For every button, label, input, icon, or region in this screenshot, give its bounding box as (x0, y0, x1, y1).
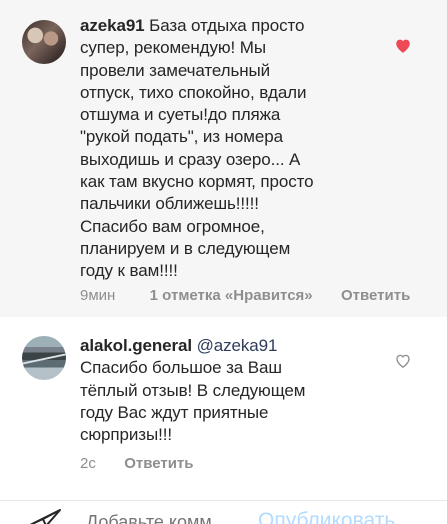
comment-line-2: году Вас ждут приятные (80, 402, 269, 422)
comment-line-1: супер, рекомендую! Мы (80, 38, 266, 58)
heart-icon[interactable] (394, 37, 412, 55)
comment-line-9: Спасибо вам огромное, (80, 216, 265, 236)
comment-time: 2с (80, 455, 96, 472)
comment-text: alakol.general @azeka91 Спасибо большое … (80, 335, 385, 446)
paper-plane-icon[interactable] (28, 509, 62, 524)
comment-line-1: тёплый отзыв! В следующем (80, 380, 306, 400)
heart-icon-outline (396, 354, 410, 368)
comment-line-4: отшума и суеты!до пляжа (80, 105, 281, 125)
heart-icon[interactable] (394, 352, 412, 370)
comment-meta: 2с Ответить (80, 455, 194, 473)
mention-link[interactable]: @azeka91 (197, 336, 278, 355)
comment-line-8: пальчики оближешь!!!!! (80, 194, 259, 214)
comment-line-0: Спасибо большое за Ваш (80, 358, 282, 378)
comment-line-5: "рукой подать", из номера (80, 127, 283, 147)
comment-line-6: выходишь и сразу озеро... А (80, 149, 301, 169)
comment-time: 9мин (80, 287, 116, 304)
avatar[interactable] (22, 20, 66, 64)
comment-input[interactable] (86, 512, 236, 524)
comment-line-11: году к вам!!!! (80, 261, 178, 281)
comment-username[interactable]: alakol.general (80, 336, 192, 355)
comment-line-3: сюрпризы!!! (80, 425, 172, 445)
comment-line-2: провели замечательный (80, 60, 271, 80)
comment-line-3: отпуск, тихо спокойно, вдали (80, 82, 307, 102)
reply-button[interactable]: Ответить (341, 287, 410, 305)
publish-button[interactable]: Опубликовать (258, 509, 395, 524)
comment-username[interactable]: azeka91 (80, 16, 145, 35)
comment-meta: 9мин 1 отметка «Нравится» Ответить (80, 287, 410, 305)
comment-alakol-general: alakol.general @azeka91 Спасибо большое … (0, 317, 447, 500)
heart-icon-filled (396, 39, 410, 53)
comment-composer: Опубликовать (0, 500, 447, 524)
comment-azeka91: azeka91 База отдыха просто супер, рекоме… (0, 0, 447, 317)
reply-button[interactable]: Ответить (124, 455, 193, 473)
likes-count[interactable]: 1 отметка «Нравится» (150, 287, 313, 305)
comment-text: azeka91 База отдыха просто супер, рекоме… (80, 15, 385, 283)
comment-line-0: База отдыха просто (149, 16, 305, 35)
comment-line-10: планируем и в следующем (80, 238, 291, 258)
comment-line-7: как там вкусно кормят, просто (80, 172, 314, 192)
avatar[interactable] (22, 336, 66, 380)
